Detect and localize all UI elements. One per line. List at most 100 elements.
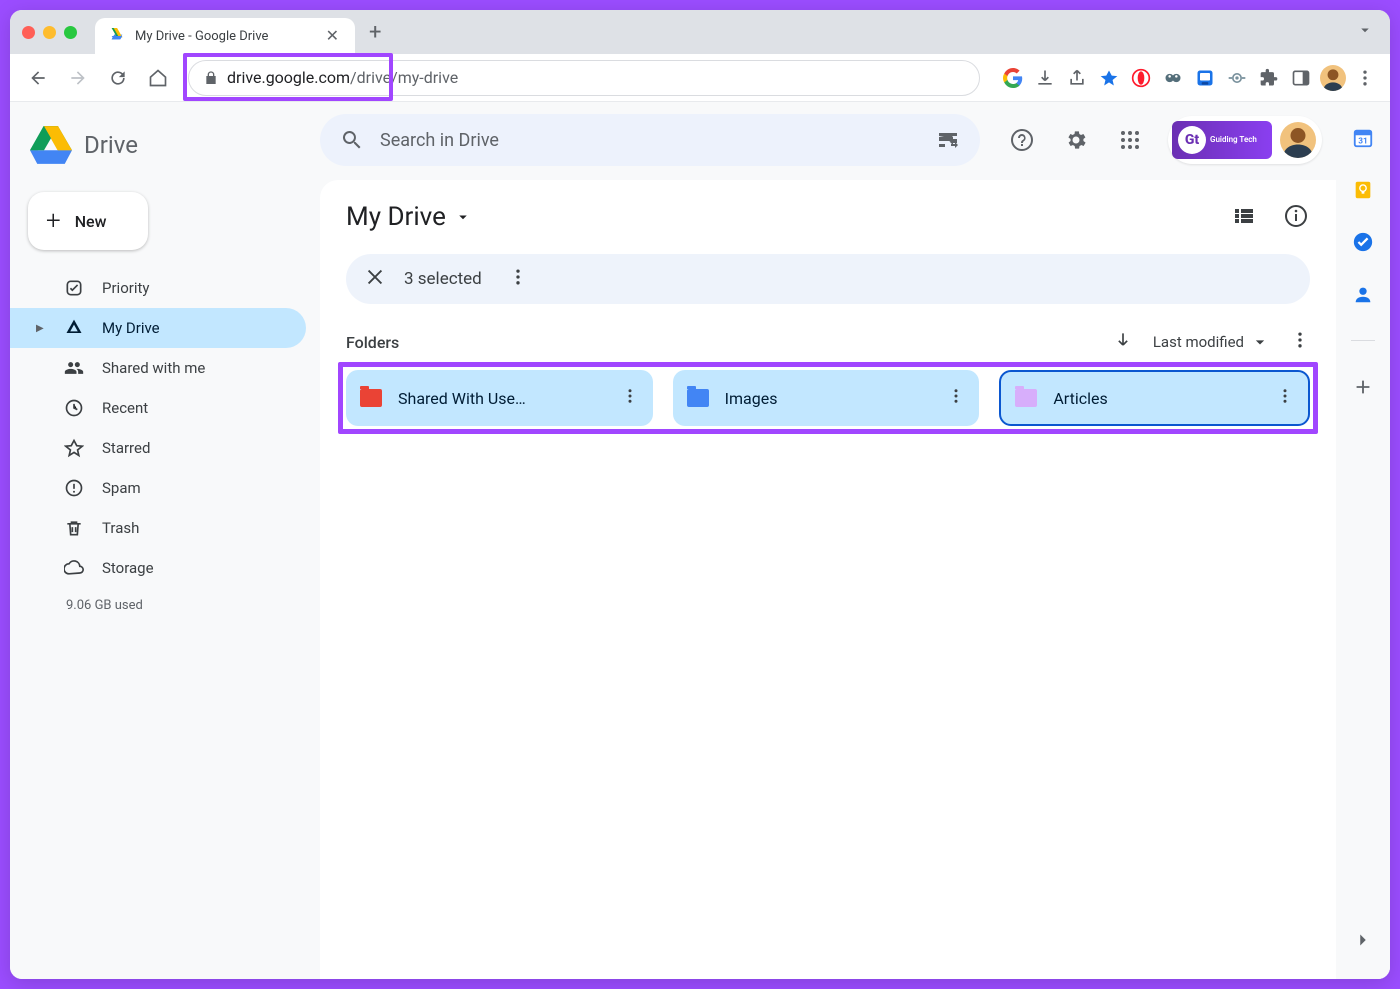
close-tab-button[interactable]: ✕ — [324, 26, 341, 46]
selection-count: 3 selected — [404, 269, 482, 289]
new-button[interactable]: + New — [28, 192, 148, 250]
nav-my-drive[interactable]: ▶ My Drive — [10, 308, 306, 348]
user-avatar[interactable] — [1280, 122, 1316, 158]
folder-icon — [1015, 389, 1037, 407]
folder-icon — [360, 389, 382, 407]
folder-card[interactable]: Images — [673, 370, 980, 426]
forward-button[interactable] — [60, 60, 96, 96]
browser-window: My Drive - Google Drive ✕ + drive.google… — [10, 10, 1390, 979]
folder-card[interactable]: Shared With Use… — [346, 370, 653, 426]
sort-label-text: Last modified — [1153, 333, 1244, 351]
window-controls — [22, 26, 77, 39]
nav-storage[interactable]: ▶ Storage — [10, 548, 306, 588]
home-button[interactable] — [140, 60, 176, 96]
keep-addon-icon[interactable] — [1351, 178, 1375, 202]
nav-label: Trash — [102, 519, 139, 537]
search-box[interactable]: Search in Drive — [320, 114, 980, 166]
main-panel: My Drive 3 selected Folders — [320, 180, 1336, 979]
list-view-button[interactable] — [1230, 202, 1258, 230]
search-icon — [340, 128, 364, 152]
sort-direction-button[interactable] — [1113, 330, 1133, 354]
search-options-icon[interactable] — [936, 128, 960, 152]
extension-icon-2[interactable] — [1190, 63, 1220, 93]
opera-extension-icon[interactable] — [1126, 63, 1156, 93]
extensions-button[interactable] — [1254, 63, 1284, 93]
address-bar[interactable]: drive.google.com/drive/my-drive — [188, 60, 980, 96]
help-button[interactable] — [1000, 118, 1044, 162]
settings-button[interactable] — [1054, 118, 1098, 162]
selection-more-button[interactable] — [508, 267, 528, 291]
nav-starred[interactable]: ▶ Starred — [10, 428, 306, 468]
sort-by-button[interactable]: Last modified — [1153, 332, 1270, 352]
folder-more-button[interactable] — [621, 387, 639, 409]
chevron-down-icon — [1250, 332, 1270, 352]
selection-bar: 3 selected — [346, 254, 1310, 304]
side-panel-toggle[interactable] — [1352, 929, 1374, 955]
left-column: Drive + New ▶ Priority ▶ My Drive ▶ — [10, 102, 320, 979]
drive-favicon — [109, 26, 125, 46]
apps-button[interactable] — [1108, 118, 1152, 162]
nav-label: My Drive — [102, 319, 160, 337]
folder-more-button[interactable] — [947, 387, 965, 409]
chevron-down-icon — [454, 208, 472, 226]
folders-more-button[interactable] — [1290, 330, 1310, 354]
account-brand-badge: Gt Guiding Tech — [1172, 121, 1272, 159]
nav-trash[interactable]: ▶ Trash — [10, 508, 306, 548]
center-column: Search in Drive Gt Guiding Tech — [320, 102, 1336, 979]
folder-name: Images — [725, 389, 932, 408]
search-placeholder: Search in Drive — [380, 130, 499, 151]
folder-card[interactable]: Articles — [999, 370, 1310, 426]
tabs-overflow-button[interactable] — [1356, 21, 1374, 43]
google-icon[interactable] — [998, 63, 1028, 93]
brand-name: Guiding Tech — [1210, 136, 1257, 144]
browser-tab[interactable]: My Drive - Google Drive ✕ — [95, 18, 355, 54]
nav-label: Recent — [102, 399, 148, 417]
app-name: Drive — [84, 131, 138, 159]
nav-priority[interactable]: ▶ Priority — [10, 268, 306, 308]
toolbar-right — [998, 63, 1380, 93]
info-button[interactable] — [1282, 202, 1310, 230]
folder-name: Shared With Use… — [398, 389, 605, 408]
nav-label: Starred — [102, 439, 150, 457]
get-addons-button[interactable] — [1351, 375, 1375, 399]
new-tab-button[interactable]: + — [369, 20, 381, 45]
reload-button[interactable] — [100, 60, 136, 96]
folder-more-button[interactable] — [1276, 387, 1294, 409]
breadcrumb-label: My Drive — [346, 202, 446, 232]
share-icon[interactable] — [1062, 63, 1092, 93]
drive-app: Drive + New ▶ Priority ▶ My Drive ▶ — [10, 102, 1390, 979]
extension-icon-1[interactable] — [1158, 63, 1188, 93]
storage-used-text: 9.06 GB used — [10, 588, 320, 613]
new-button-label: New — [75, 212, 107, 231]
back-button[interactable] — [20, 60, 56, 96]
maximize-window-button[interactable] — [64, 26, 77, 39]
clear-selection-button[interactable] — [364, 266, 386, 292]
tasks-addon-icon[interactable] — [1351, 230, 1375, 254]
extension-icon-3[interactable] — [1222, 63, 1252, 93]
tab-title: My Drive - Google Drive — [135, 29, 314, 44]
account-chip[interactable]: Gt Guiding Tech — [1168, 116, 1322, 164]
nav-list: ▶ Priority ▶ My Drive ▶ Shared with me ▶ — [10, 268, 320, 588]
nav-label: Priority — [102, 279, 149, 297]
calendar-addon-icon[interactable]: 31 — [1351, 126, 1375, 150]
drive-logo[interactable]: Drive — [10, 114, 320, 176]
downloads-icon[interactable] — [1030, 63, 1060, 93]
nav-recent[interactable]: ▶ Recent — [10, 388, 306, 428]
sidepanel-button[interactable] — [1286, 63, 1316, 93]
profile-avatar[interactable] — [1318, 63, 1348, 93]
folders-grid: Shared With Use… Images Articles — [346, 370, 1310, 426]
browser-menu-button[interactable] — [1350, 63, 1380, 93]
app-top-bar: Search in Drive Gt Guiding Tech — [320, 114, 1336, 180]
contacts-addon-icon[interactable] — [1351, 282, 1375, 306]
expand-caret-icon[interactable]: ▶ — [36, 323, 46, 334]
bookmark-star-icon[interactable] — [1094, 63, 1124, 93]
svg-text:31: 31 — [1358, 137, 1367, 147]
close-window-button[interactable] — [22, 26, 35, 39]
breadcrumb[interactable]: My Drive — [346, 202, 1310, 232]
nav-shared-with-me[interactable]: ▶ Shared with me — [10, 348, 306, 388]
minimize-window-button[interactable] — [43, 26, 56, 39]
nav-spam[interactable]: ▶ Spam — [10, 468, 306, 508]
folders-header: Folders Last modified — [346, 330, 1310, 354]
nav-label: Storage — [102, 559, 154, 577]
folder-name: Articles — [1053, 389, 1260, 408]
